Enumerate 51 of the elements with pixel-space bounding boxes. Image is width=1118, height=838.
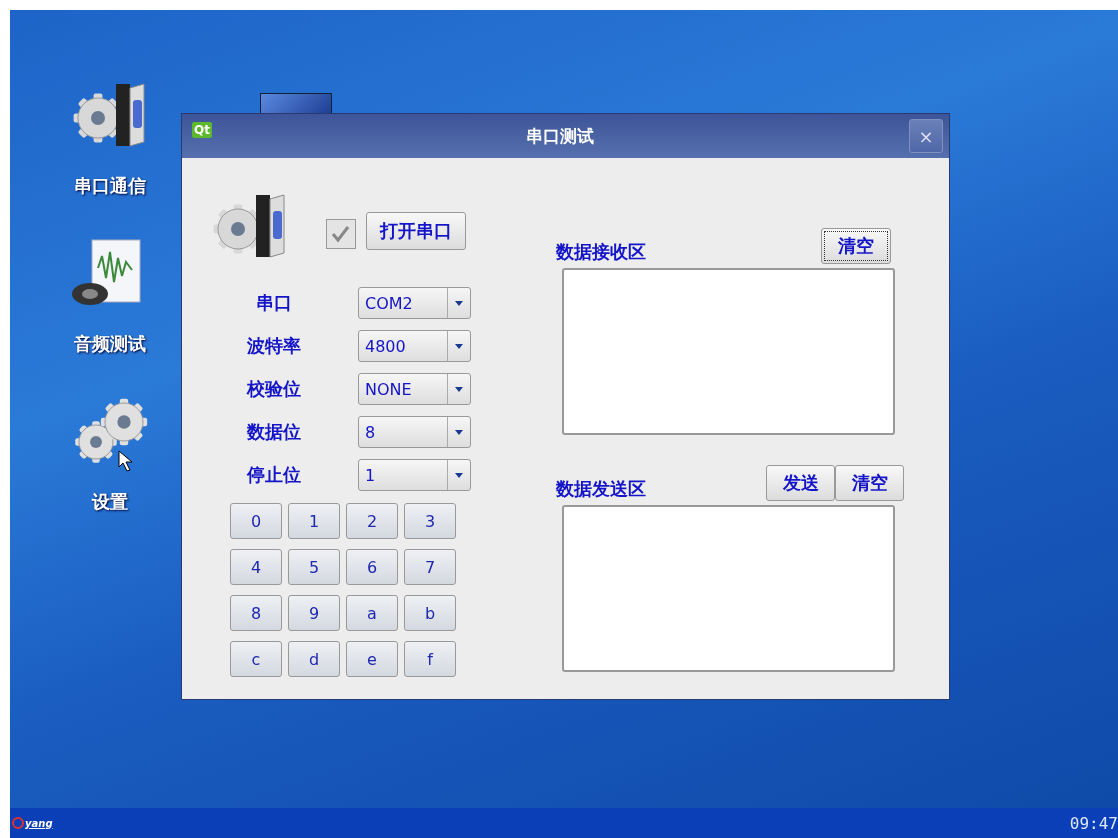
dropdown[interactable]: COM2 [358, 287, 471, 319]
logo-ring-icon [12, 817, 24, 829]
setting-label: 串口 [255, 291, 293, 315]
toolbar-button[interactable]: 清空 [821, 228, 891, 264]
logo-text: yang [25, 817, 53, 829]
desktop-icon-label[interactable]: 音频测试 [74, 332, 146, 356]
area-label: 数据接收区 [556, 240, 646, 264]
toolbar-button[interactable]: 发送 [766, 465, 835, 501]
dropdown-arrow-icon [455, 429, 463, 435]
keypad-key[interactable]: 5 [288, 549, 340, 585]
open-port-button[interactable]: 打开串口 [366, 212, 466, 250]
desktop-icon-label[interactable]: 串口通信 [74, 174, 146, 198]
keypad-key[interactable]: 1 [288, 503, 340, 539]
keypad-key[interactable]: 4 [230, 549, 282, 585]
keypad-key[interactable]: b [404, 595, 456, 631]
dropdown-arrow-icon [455, 386, 463, 392]
setting-label: 数据位 [246, 420, 302, 444]
keypad-key[interactable]: f [404, 641, 456, 677]
keypad-key[interactable]: e [346, 641, 398, 677]
setting-label: 波特率 [246, 334, 302, 358]
keypad-key[interactable]: d [288, 641, 340, 677]
area-label: 数据发送区 [556, 477, 646, 501]
close-button[interactable]: × [909, 119, 943, 153]
clock: 09:47 [1069, 813, 1118, 833]
toolbar-button[interactable]: 清空 [835, 465, 904, 501]
open-port-checkbox[interactable] [326, 219, 356, 249]
check-icon [331, 224, 351, 244]
dropdown-arrow-icon [455, 343, 463, 349]
text-area[interactable] [562, 268, 895, 435]
keypad-key[interactable]: 2 [346, 503, 398, 539]
dropdown-arrow-icon [455, 300, 463, 306]
dropdown[interactable]: NONE [358, 373, 471, 405]
text-area[interactable] [562, 505, 895, 672]
keypad-key[interactable]: 7 [404, 549, 456, 585]
window-title: 串口测试 [525, 124, 596, 148]
setting-label: 停止位 [245, 463, 302, 487]
keypad-key[interactable]: a [346, 595, 398, 631]
keypad-key[interactable]: c [230, 641, 282, 677]
dropdown[interactable]: 4800 [358, 330, 471, 362]
desktop-icon-label[interactable]: 设置 [92, 490, 128, 514]
cursor-icon [118, 450, 134, 472]
app-logo: Qt [192, 122, 212, 138]
dropdown[interactable]: 8 [358, 416, 471, 448]
dropdown[interactable]: 1 [358, 459, 471, 491]
keypad-key[interactable]: 9 [288, 595, 340, 631]
setting-label: 校验位 [245, 377, 302, 401]
keypad-key[interactable]: 3 [404, 503, 456, 539]
keypad-key[interactable]: 8 [230, 595, 282, 631]
keypad-key[interactable]: 6 [346, 549, 398, 585]
dropdown-arrow-icon [455, 472, 463, 478]
keypad-key[interactable]: 0 [230, 503, 282, 539]
